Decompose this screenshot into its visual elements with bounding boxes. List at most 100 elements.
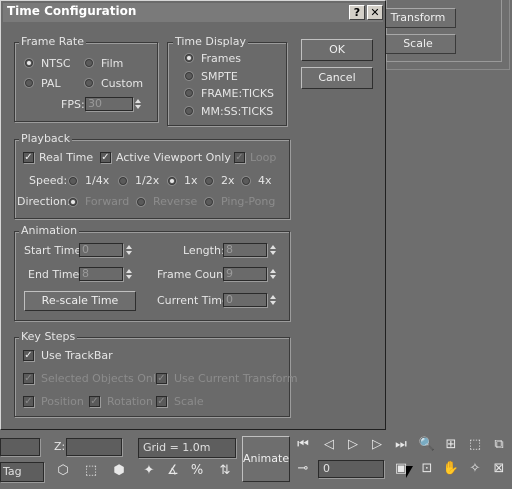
scale-checkbox[interactable]: ✓ <box>156 396 167 407</box>
y-coordinate-field[interactable] <box>0 438 40 456</box>
z-label: Z: <box>54 440 66 453</box>
active-viewport-only-checkbox[interactable]: ✓ <box>100 152 111 163</box>
percent-snap-icon[interactable]: % <box>188 462 206 480</box>
bottom-toolbar: Z: Grid = 1.0m Animate ⏮ ◁ ▷ ▷ ⏭ ⊸ 0 ▣ 🔍… <box>0 430 512 489</box>
selected-objects-only-checkbox[interactable]: ✓ <box>23 373 34 384</box>
speed-4x-label: 4x <box>258 174 272 187</box>
mm-ss-ticks-label: MM:SS:TICKS <box>201 105 274 118</box>
active-viewport-only-label: Active Viewport Only <box>116 151 231 164</box>
frames-radio[interactable] <box>185 54 193 62</box>
select-region-icon[interactable]: ⬚ <box>82 462 100 480</box>
zoom-extents-all-icon[interactable]: ⧉ <box>490 436 508 454</box>
box-icon[interactable]: ⬢ <box>110 462 128 480</box>
dialog-title: Time Configuration <box>7 4 137 18</box>
frame-count-spinner[interactable] <box>269 267 278 281</box>
frame-ticks-label: FRAME:TICKS <box>201 87 275 100</box>
go-to-end-icon[interactable]: ⏭ <box>392 436 410 454</box>
selection-lock-icon[interactable]: ⬡ <box>54 462 72 480</box>
position-label: Position <box>41 395 84 408</box>
z-coordinate-field[interactable] <box>66 438 122 456</box>
start-time-spinner[interactable] <box>125 243 134 257</box>
animation-label: Animation <box>19 224 80 237</box>
length-field[interactable]: 8 <box>223 243 267 257</box>
forward-radio[interactable] <box>69 198 77 206</box>
spinner-snap-icon[interactable]: ⇅ <box>216 462 234 480</box>
film-radio[interactable] <box>85 59 93 67</box>
fps-label: FPS: <box>61 98 85 111</box>
snap-toggle-icon[interactable]: ✦ <box>140 462 158 480</box>
key-mode-icon[interactable]: ⊸ <box>294 460 312 478</box>
close-button[interactable]: ✕ <box>367 5 383 20</box>
scale-label: Scale <box>174 395 204 408</box>
length-spinner[interactable] <box>269 243 278 257</box>
speed-quarter-label: 1/4x <box>85 174 110 187</box>
selected-objects-only-label: Selected Objects Only <box>41 372 163 385</box>
zoom-icon[interactable]: 🔍 <box>418 436 436 454</box>
pan-hand-icon[interactable]: ✋ <box>442 460 460 478</box>
use-current-transform-label: Use Current Transform <box>174 372 298 385</box>
ping-pong-radio[interactable] <box>205 198 213 206</box>
fps-field[interactable]: 30 <box>85 97 133 111</box>
end-time-spinner[interactable] <box>125 267 134 281</box>
start-time-label: Start Time: <box>24 244 85 257</box>
frame-ticks-radio[interactable] <box>185 89 193 97</box>
reverse-radio[interactable] <box>137 198 145 206</box>
previous-frame-icon[interactable]: ◁ <box>320 436 338 454</box>
speed-half-radio[interactable] <box>119 177 127 185</box>
reverse-label: Reverse <box>153 195 198 208</box>
start-time-field[interactable]: 0 <box>79 243 123 257</box>
speed-2x-radio[interactable] <box>205 177 213 185</box>
speed-quarter-radio[interactable] <box>69 177 77 185</box>
play-icon[interactable]: ▷ <box>344 436 362 454</box>
rotation-checkbox[interactable]: ✓ <box>89 396 100 407</box>
rescale-time-button[interactable]: Re-scale Time <box>24 291 136 311</box>
frame-rate-label: Frame Rate <box>19 35 86 48</box>
next-frame-icon[interactable]: ▷ <box>368 436 386 454</box>
frame-count-field[interactable]: 9 <box>223 267 267 281</box>
arc-rotate-icon[interactable]: ✧ <box>466 460 484 478</box>
help-button[interactable]: ? <box>349 5 365 20</box>
zoom-extents-icon[interactable]: ⬚ <box>466 436 484 454</box>
use-current-transform-checkbox[interactable]: ✓ <box>156 373 167 384</box>
length-label: Length: <box>183 244 225 257</box>
zoom-all-icon[interactable]: ⊞ <box>442 436 460 454</box>
speed-1x-radio[interactable] <box>168 177 176 185</box>
current-time-field[interactable]: 0 <box>223 293 267 307</box>
angle-snap-icon[interactable]: ∡ <box>164 462 182 480</box>
speed-1x-label: 1x <box>184 174 198 187</box>
fps-spinner[interactable] <box>134 97 143 111</box>
mm-ss-ticks-radio[interactable] <box>185 107 193 115</box>
maximize-viewport-icon[interactable]: ⊠ <box>490 460 508 478</box>
current-frame-field[interactable]: 0 <box>318 460 384 478</box>
custom-radio[interactable] <box>85 79 93 87</box>
smpte-label: SMPTE <box>201 70 238 83</box>
cancel-button[interactable]: Cancel <box>301 67 373 89</box>
use-trackbar-checkbox[interactable]: ✓ <box>23 350 34 361</box>
transform-button[interactable]: Transform <box>380 8 456 28</box>
go-to-start-icon[interactable]: ⏮ <box>294 436 312 454</box>
region-zoom-icon[interactable]: ⊡ <box>418 460 436 478</box>
smpte-radio[interactable] <box>185 72 193 80</box>
pal-label: PAL <box>41 77 61 90</box>
time-configuration-dialog: Time Configuration ? ✕ Frame Rate NTSC F… <box>0 0 386 430</box>
current-time-spinner[interactable] <box>269 293 278 307</box>
frames-label: Frames <box>201 52 242 65</box>
pal-radio[interactable] <box>25 79 33 87</box>
end-time-field[interactable]: 8 <box>79 267 123 281</box>
time-display-label: Time Display <box>173 35 248 48</box>
loop-label: Loop <box>250 151 277 164</box>
tag-field[interactable]: Tag <box>0 462 44 482</box>
position-checkbox[interactable]: ✓ <box>23 396 34 407</box>
rotation-label: Rotation <box>107 395 154 408</box>
speed-2x-label: 2x <box>221 174 235 187</box>
real-time-checkbox[interactable]: ✓ <box>23 152 34 163</box>
speed-label: Speed: <box>29 174 68 187</box>
speed-4x-radio[interactable] <box>242 177 250 185</box>
scale-button[interactable]: Scale <box>380 34 456 54</box>
speed-half-label: 1/2x <box>135 174 160 187</box>
ntsc-radio[interactable] <box>25 59 33 67</box>
animate-button[interactable]: Animate <box>242 436 290 482</box>
ok-button[interactable]: OK <box>301 39 373 61</box>
ping-pong-label: Ping-Pong <box>221 195 276 208</box>
loop-checkbox[interactable]: ✓ <box>234 152 245 163</box>
